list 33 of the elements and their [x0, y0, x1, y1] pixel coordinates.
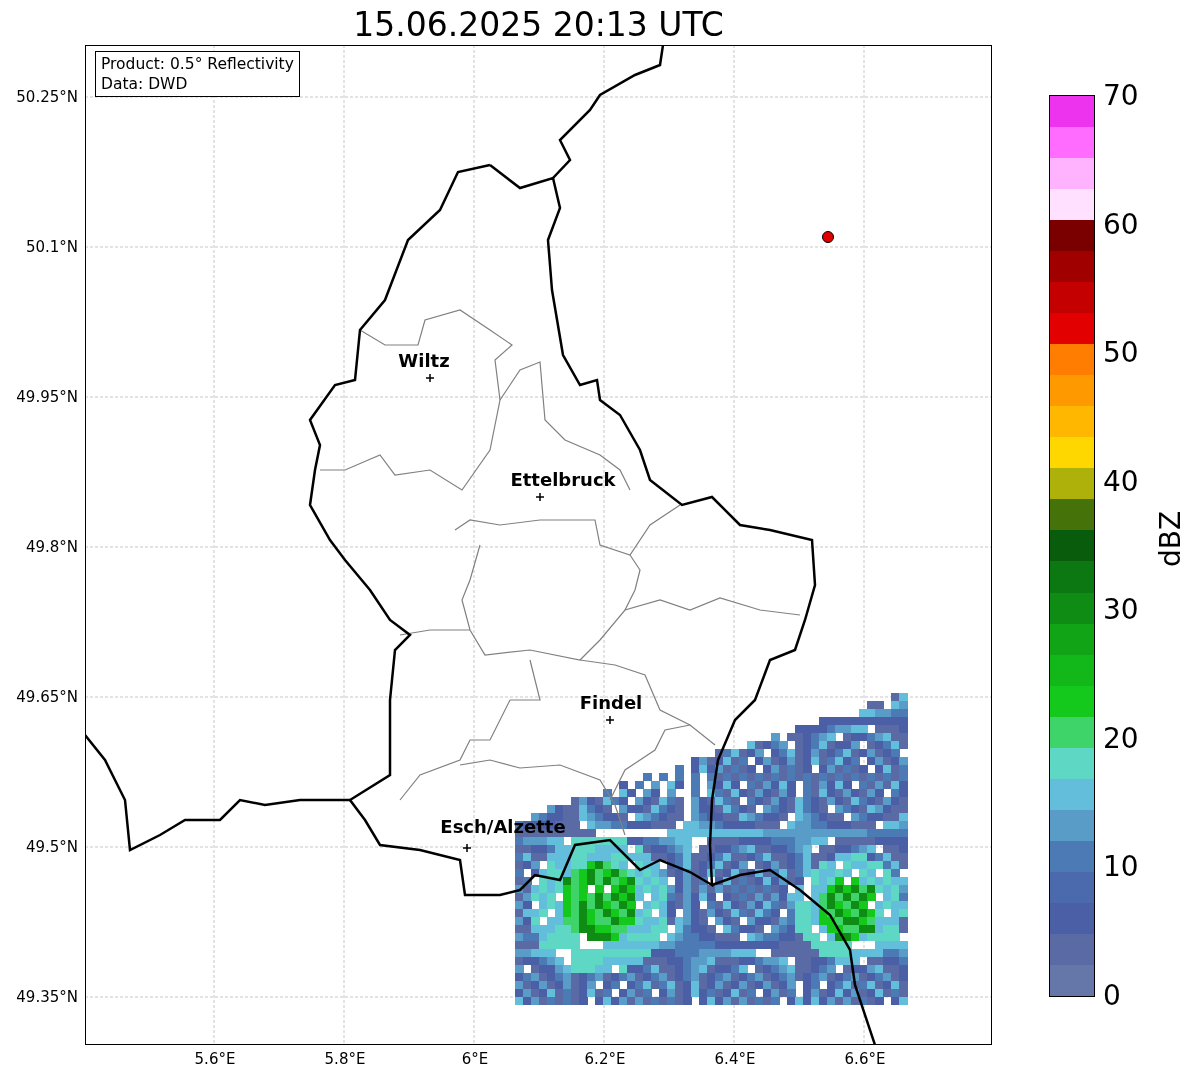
latitude-tick-label: 49.8°N	[25, 540, 78, 555]
scale-tick-label: 50	[1103, 339, 1139, 368]
city-marker-icon	[605, 715, 615, 725]
legend-text: Product: 0.5° Reflectivity	[101, 54, 294, 74]
city-label: Findel	[579, 694, 643, 712]
latitude-tick-label: 49.5°N	[25, 840, 78, 855]
longitude-tick-label: 5.6°E	[194, 1052, 236, 1067]
city-marker-icon	[462, 843, 472, 853]
longitude-tick-label: 6.6°E	[844, 1052, 886, 1067]
city-marker-icon	[425, 373, 435, 383]
scale-tick-label: 30	[1103, 596, 1139, 625]
latitude-tick-label: 50.25°N	[16, 90, 78, 105]
scale-tick-label: 0	[1103, 982, 1121, 1010]
chart-title: 15.06.2025 20:13 UTC	[353, 5, 724, 45]
scale-tick-label: 20	[1103, 724, 1139, 753]
scale-tick-label: 70	[1103, 82, 1139, 110]
scale-tick-label: 10	[1103, 853, 1139, 882]
scale-tick-label: 60	[1103, 210, 1139, 239]
city-label: Wiltz	[398, 352, 450, 370]
legend-text: Data: DWD	[101, 74, 189, 94]
longitude-tick-label: 6°E	[461, 1052, 489, 1067]
latitude-tick-label: 49.65°N	[16, 690, 78, 705]
latitude-tick-label: 50.1°N	[25, 240, 78, 255]
longitude-tick-label: 6.2°E	[584, 1052, 626, 1067]
longitude-tick-label: 5.8°E	[324, 1052, 366, 1067]
scale-axis-label: dBZ	[1157, 510, 1184, 568]
latitude-tick-label: 49.95°N	[16, 390, 78, 405]
longitude-tick-label: 6.4°E	[714, 1052, 756, 1067]
city-label: Ettelbruck	[510, 471, 616, 489]
location-dot	[822, 231, 834, 243]
city-marker-icon	[535, 492, 545, 502]
scale-tick-label: 40	[1103, 467, 1139, 496]
latitude-tick-label: 49.35°N	[16, 990, 78, 1005]
